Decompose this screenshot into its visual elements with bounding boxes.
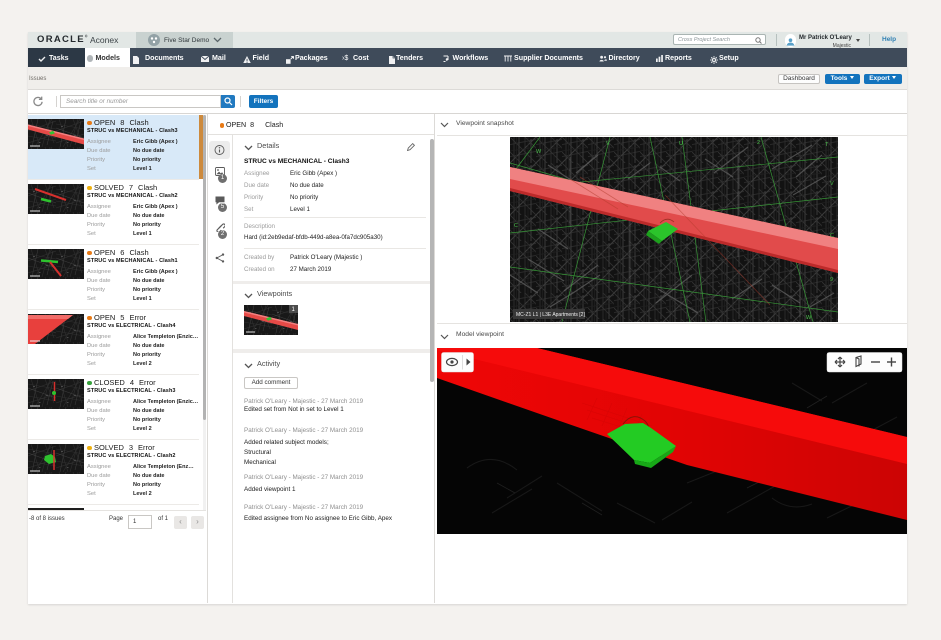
svg-text:C: C bbox=[830, 233, 834, 239]
svg-text:W: W bbox=[806, 315, 812, 321]
svg-text:9: 9 bbox=[830, 277, 833, 283]
svg-text:2: 2 bbox=[757, 140, 760, 146]
svg-text:V: V bbox=[830, 181, 834, 187]
svg-text:C: C bbox=[514, 223, 518, 229]
svg-text:V: V bbox=[606, 141, 610, 147]
svg-text:U: U bbox=[679, 141, 683, 147]
svg-text:W: W bbox=[536, 149, 542, 155]
svg-text:MC-Z1 L1 | L3E Apartments [2]: MC-Z1 L1 | L3E Apartments [2] bbox=[516, 312, 585, 318]
